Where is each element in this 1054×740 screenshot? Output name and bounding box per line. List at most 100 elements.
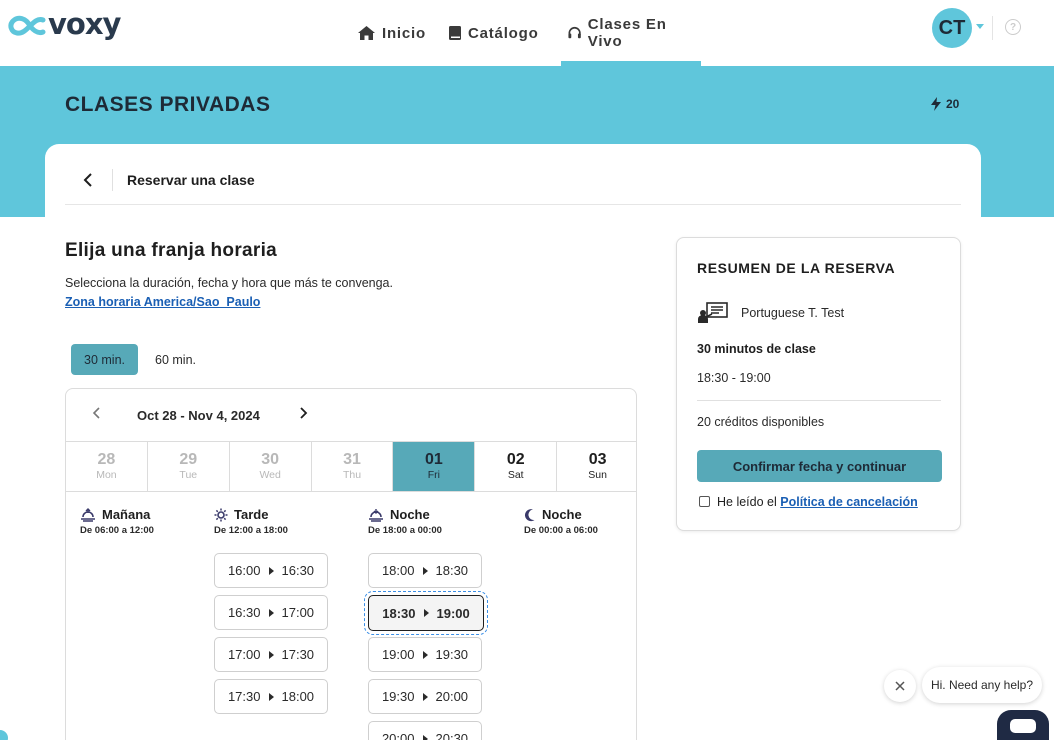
section-subtitle: Selecciona la duración, fecha y hora que…: [65, 276, 393, 290]
period-night: Noche De 00:00 a 06:00: [524, 507, 598, 536]
slot-start: 16:00: [227, 563, 261, 578]
sunrise-icon: [81, 507, 95, 522]
user-avatar[interactable]: CT: [932, 8, 972, 48]
period-name: Noche: [390, 507, 430, 522]
time-slot-selected[interactable]: 18:30 19:00: [364, 591, 488, 635]
chevron-left-icon: [92, 407, 100, 419]
help-icon[interactable]: ?: [1005, 19, 1021, 35]
timezone-link[interactable]: Zona horaria America/Sao_Paulo: [65, 295, 260, 309]
slot-start: 16:30: [227, 605, 261, 620]
prev-week-button[interactable]: [92, 406, 102, 425]
confirm-button[interactable]: Confirmar fecha y continuar: [697, 450, 942, 482]
nav-links: Inicio Catálogo Clases En Vivo: [357, 0, 723, 66]
day-01[interactable]: 01 Fri: [393, 442, 476, 491]
next-week-button[interactable]: [298, 406, 308, 425]
time-slot[interactable]: 17:00 17:30: [214, 637, 328, 672]
credits-count: 20: [946, 97, 960, 111]
day-number: 01: [424, 451, 443, 468]
play-arrow-icon: [422, 692, 428, 701]
time-slot[interactable]: 16:30 17:00: [214, 595, 328, 630]
voxy-logo[interactable]: voxy: [8, 7, 121, 41]
slot-start: 20:00: [381, 731, 415, 740]
slot-end: 17:00: [281, 605, 315, 620]
section-title: Elija una franja horaria: [65, 240, 278, 261]
available-credits: 20 créditos disponibles: [697, 415, 825, 429]
time-slot[interactable]: 19:00 19:30: [368, 637, 482, 672]
play-arrow-icon: [422, 734, 428, 740]
day-number: 31: [343, 451, 361, 468]
time-slot[interactable]: 16:00 16:30: [214, 553, 328, 588]
day-name: Mon: [96, 469, 117, 481]
class-time: 18:30 - 19:00: [697, 371, 771, 385]
sunset-icon: [369, 508, 383, 522]
period-name: Tarde: [234, 507, 269, 522]
duration-30-button[interactable]: 30 min.: [71, 344, 138, 375]
day-02[interactable]: 02 Sat: [475, 442, 558, 491]
nav-inicio-label: Inicio: [382, 24, 426, 42]
duration-60-button[interactable]: 60 min.: [145, 344, 206, 375]
play-arrow-icon: [268, 650, 274, 659]
lightning-icon: [931, 97, 941, 111]
header-rule: [65, 204, 961, 205]
play-arrow-icon: [422, 566, 428, 575]
policy-checkbox[interactable]: [699, 496, 710, 507]
day-number: 02: [506, 451, 525, 468]
side-indicator: [0, 730, 8, 740]
slot-end: 20:30: [435, 731, 469, 740]
policy-prefix: He leído el: [717, 495, 777, 509]
chevron-left-icon: [83, 173, 92, 187]
nav-inicio[interactable]: Inicio: [357, 0, 426, 66]
time-slot[interactable]: 17:30 18:00: [214, 679, 328, 714]
card-title: Reservar una clase: [127, 172, 255, 188]
time-slot[interactable]: 20:00 20:30: [368, 721, 482, 740]
day-03[interactable]: 03 Sun: [557, 442, 636, 491]
moon-icon: [524, 508, 535, 521]
chat-launcher-button[interactable]: [997, 710, 1049, 740]
day-name: Sun: [588, 469, 607, 481]
day-29: 29 Tue: [148, 442, 230, 491]
slot-end: 17:30: [281, 647, 315, 662]
teacher-name: Portuguese T. Test: [741, 306, 845, 320]
headset-icon: [567, 26, 581, 39]
chat-close-button[interactable]: [884, 670, 916, 702]
play-arrow-icon: [268, 566, 274, 575]
time-slot[interactable]: 19:30 20:00: [368, 679, 482, 714]
book-icon: [448, 26, 461, 40]
time-slot[interactable]: 18:00 18:30: [368, 553, 482, 588]
day-31: 31 Thu: [312, 442, 394, 491]
slot-end: 20:00: [435, 689, 469, 704]
policy-label: He leído el Política de cancelación: [717, 495, 918, 509]
slot-end: 19:00: [436, 605, 470, 621]
slot-start: 18:30: [382, 605, 416, 621]
chat-icon: [1010, 719, 1036, 733]
summary-title: RESUMEN DE LA RESERVA: [697, 260, 896, 276]
period-range: De 12:00 a 18:00: [214, 525, 288, 536]
calendar: Oct 28 - Nov 4, 2024 28 Mon 29 Tue 30 Wed 3…: [65, 388, 637, 740]
day-name: Wed: [259, 469, 281, 481]
slot-start: 17:00: [227, 647, 261, 662]
nav-catalogo[interactable]: Catálogo: [448, 0, 539, 66]
chevron-down-icon[interactable]: [976, 24, 984, 29]
header-divider: [112, 169, 113, 191]
nav-clases-en-vivo[interactable]: Clases En Vivo: [560, 0, 701, 66]
nav-clases-en-vivo-label: Clases En Vivo: [587, 16, 667, 50]
slot-end: 18:30: [435, 563, 469, 578]
slot-start: 19:30: [381, 689, 415, 704]
teacher-icon: [697, 302, 729, 329]
voxy-logo-mark-icon: [8, 15, 46, 36]
day-30: 30 Wed: [230, 442, 312, 491]
back-button[interactable]: [78, 170, 98, 190]
day-selector: 28 Mon 29 Tue 30 Wed 31 Thu 01 Fri 02 Sat 03 Su…: [66, 441, 636, 492]
chat-bubble[interactable]: Hi. Need any help?: [922, 667, 1042, 703]
period-morning: Mañana De 06:00 a 12:00: [80, 507, 154, 536]
play-arrow-icon: [268, 692, 274, 701]
day-name: Fri: [427, 469, 440, 481]
day-number: 30: [261, 451, 280, 468]
day-number: 28: [97, 451, 116, 468]
slot-end: 19:30: [435, 647, 469, 662]
logo-text: voxy: [48, 7, 121, 41]
policy-link[interactable]: Política de cancelación: [780, 495, 918, 509]
sun-icon: [214, 508, 228, 521]
day-number: 29: [179, 451, 198, 468]
slot-end: 16:30: [281, 563, 315, 578]
